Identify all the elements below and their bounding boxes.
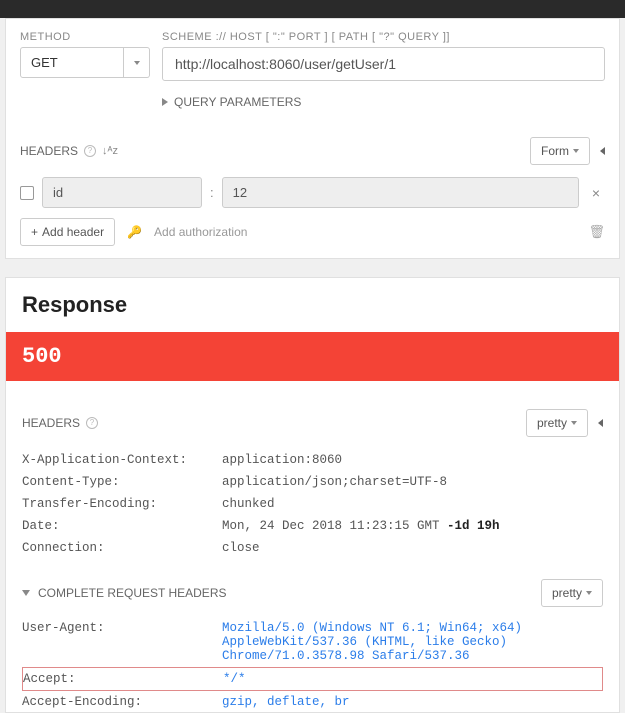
header-value: close [222, 541, 603, 555]
header-value: application:8060 [222, 453, 603, 467]
request-panel: METHOD GET SCHEME :// HOST [ ":" PORT ] … [5, 18, 620, 259]
header-key: Connection: [22, 541, 222, 555]
header-row: Date:Mon, 24 Dec 2018 11:23:15 GMT -1d 1… [22, 515, 603, 537]
trash-icon[interactable]: 🗑 [588, 224, 605, 240]
response-title: Response [22, 292, 603, 318]
method-select[interactable]: GET [20, 47, 150, 78]
response-format-button[interactable]: pretty [526, 409, 588, 437]
key-icon: 🔑 [127, 225, 142, 239]
header-value: chunked [222, 497, 603, 511]
chevron-down-icon [134, 61, 140, 65]
header-value-input[interactable]: 12 [222, 177, 579, 208]
response-format-label: pretty [537, 416, 567, 430]
method-label: METHOD [20, 31, 150, 43]
chevron-down-icon [571, 421, 577, 425]
chevron-down-icon [573, 149, 579, 153]
headers-label: HEADERS [20, 144, 78, 158]
header-key: Accept: [23, 672, 223, 686]
response-headers-table: X-Application-Context:application:8060Co… [22, 449, 603, 559]
complete-request-headers-label: COMPLETE REQUEST HEADERS [38, 586, 226, 600]
request-headers-format-label: pretty [552, 586, 582, 600]
colon: : [210, 185, 214, 200]
header-row: Content-Type:application/json;charset=UT… [22, 471, 603, 493]
header-checkbox[interactable] [20, 186, 34, 200]
query-params-toggle[interactable]: QUERY PARAMETERS [162, 95, 605, 109]
url-label: SCHEME :// HOST [ ":" PORT ] [ PATH [ "?… [162, 31, 605, 43]
header-key: Transfer-Encoding: [22, 497, 222, 511]
chevron-down-icon [586, 591, 592, 595]
header-row: Connection:close [22, 537, 603, 559]
add-header-button[interactable]: + Add header [20, 218, 115, 246]
header-value: gzip, deflate, br [222, 695, 603, 709]
method-dropdown-toggle[interactable] [124, 47, 150, 78]
request-headers-table: User-Agent:Mozilla/5.0 (Windows NT 6.1; … [22, 617, 603, 712]
headers-format-label: Form [541, 144, 569, 158]
help-icon[interactable]: ? [86, 417, 98, 429]
chevron-right-icon [162, 98, 168, 106]
header-value: Mozilla/5.0 (Windows NT 6.1; Win64; x64)… [222, 621, 603, 663]
chevron-down-icon [22, 590, 30, 596]
header-row: Accept-Encoding:gzip, deflate, br [22, 691, 603, 712]
header-key: Content-Type: [22, 475, 222, 489]
header-row: User-Agent:Mozilla/5.0 (Windows NT 6.1; … [22, 617, 603, 667]
header-row: Transfer-Encoding:chunked [22, 493, 603, 515]
header-key: Date: [22, 519, 222, 533]
remove-header-icon[interactable]: × [587, 185, 605, 201]
header-row: X-Application-Context:application:8060 [22, 449, 603, 471]
plus-icon: + [31, 225, 38, 239]
method-value: GET [20, 47, 124, 78]
header-name-input[interactable]: id [42, 177, 202, 208]
header-key: X-Application-Context: [22, 453, 222, 467]
header-key: User-Agent: [22, 621, 222, 663]
status-code: 500 [6, 332, 619, 381]
complete-request-headers-toggle[interactable]: COMPLETE REQUEST HEADERS [22, 586, 226, 600]
help-icon[interactable]: ? [84, 145, 96, 157]
header-row: id : 12 × [20, 177, 605, 208]
header-key: Accept-Encoding: [22, 695, 222, 709]
window-topbar [0, 0, 625, 18]
add-auth-button[interactable]: Add authorization [154, 225, 247, 239]
collapse-icon[interactable] [598, 419, 603, 427]
url-input[interactable] [162, 47, 605, 81]
response-panel: Response 500 HEADERS ? pretty X-Applicat… [5, 277, 620, 713]
request-headers-format-button[interactable]: pretty [541, 579, 603, 607]
collapse-icon[interactable] [600, 147, 605, 155]
header-row: Accept:*/* [22, 667, 603, 691]
header-value: Mon, 24 Dec 2018 11:23:15 GMT -1d 19h [222, 519, 603, 533]
add-header-label: Add header [42, 225, 104, 239]
response-headers-label: HEADERS [22, 416, 80, 430]
sort-icon[interactable]: ↓ᴬᴢ [102, 145, 118, 157]
headers-format-button[interactable]: Form [530, 137, 590, 165]
query-params-label: QUERY PARAMETERS [174, 95, 301, 109]
header-value: application/json;charset=UTF-8 [222, 475, 603, 489]
header-value: */* [223, 672, 602, 686]
